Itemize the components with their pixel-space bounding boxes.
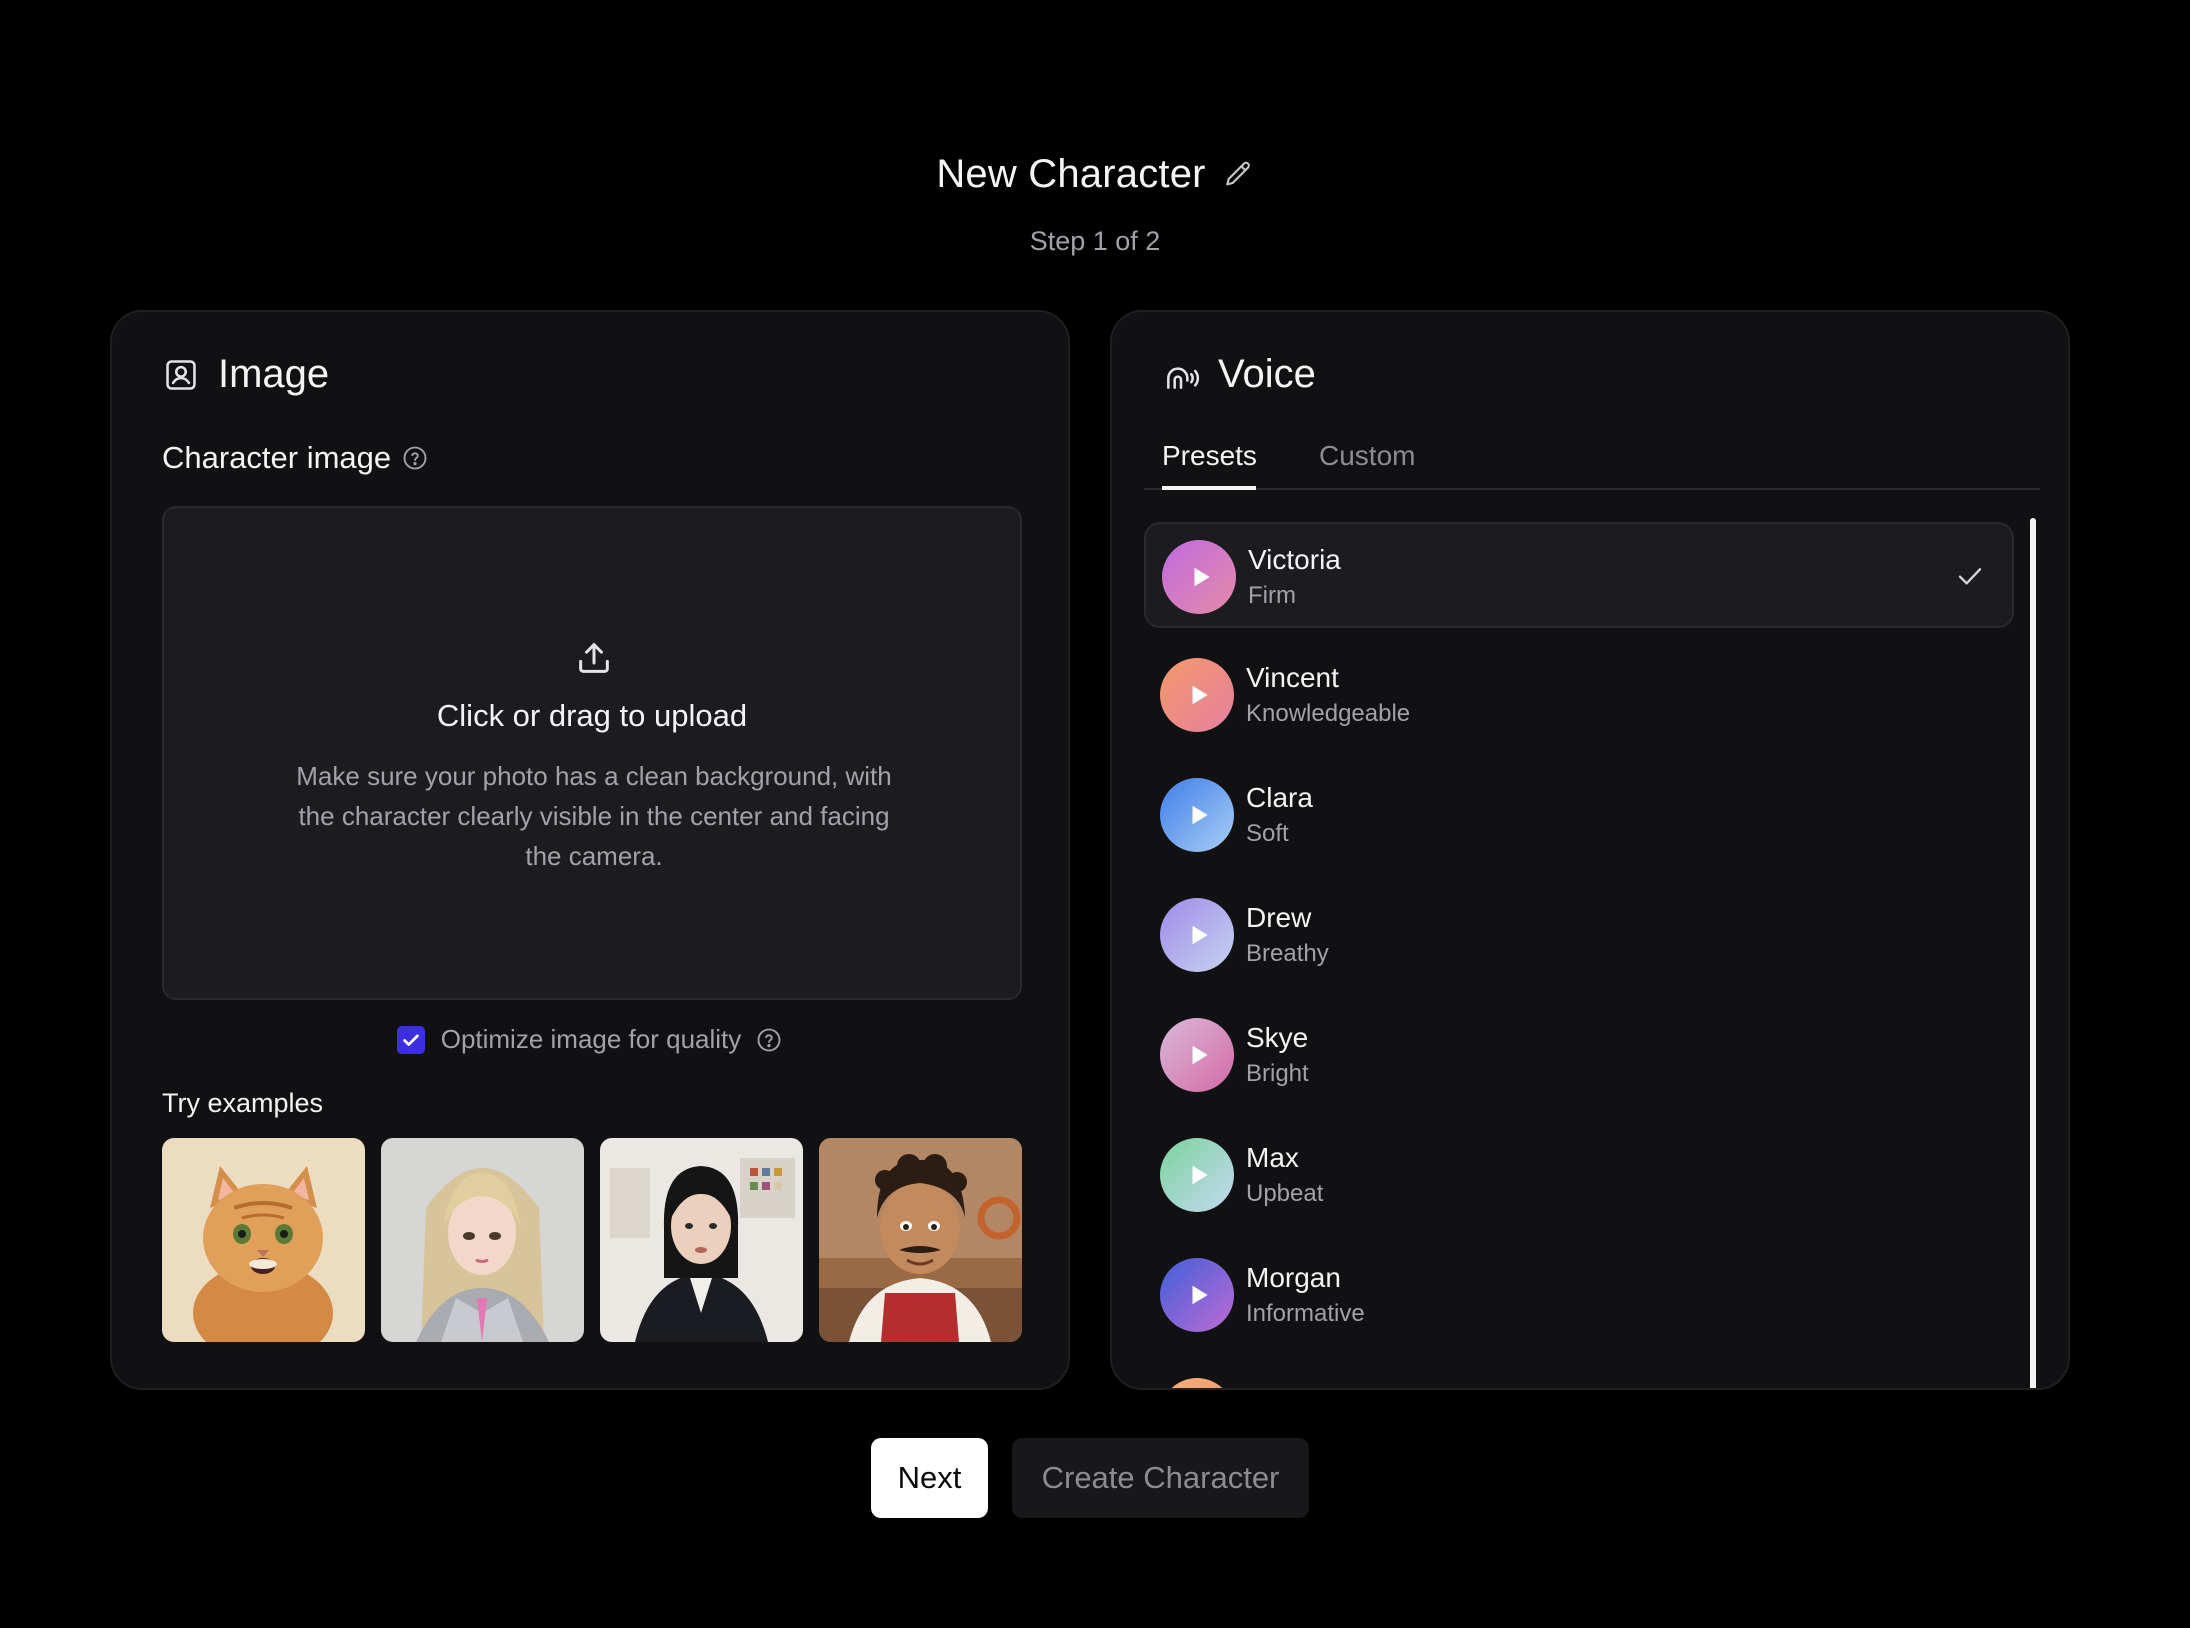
cat-example-image[interactable] (162, 1138, 365, 1342)
upload-description: Make sure your photo has a clean backgro… (296, 761, 892, 871)
voice-item-skye[interactable]: Skye Bright (1144, 1002, 2014, 1108)
voice-description: Firm (1248, 582, 1296, 609)
voice-list-scrollbar[interactable] (2030, 518, 2036, 1388)
voice-description: Informative (1246, 1300, 1365, 1327)
voice-name: Morgan (1246, 1262, 1341, 1293)
voice-description: Knowledgeable (1246, 700, 1411, 727)
tab-presets[interactable]: Presets (1162, 440, 1257, 472)
image-panel-title: Image (218, 352, 330, 396)
voice-description: Breathy (1246, 940, 1329, 967)
voice-panel: Voice Presets Custom Victoria Firm Vince… (1110, 310, 2070, 1390)
voice-name: Vincent (1246, 662, 1339, 693)
upload-icon (579, 643, 609, 673)
voice-panel-header: Voice (1162, 352, 1316, 397)
voice-name: Drew (1246, 902, 1312, 933)
portrait-icon (166, 359, 196, 390)
help-icon[interactable] (755, 1026, 783, 1054)
create-character-button[interactable]: Create Character (1012, 1438, 1309, 1518)
play-button[interactable] (1162, 540, 1236, 614)
voice-item-partial[interactable] (1144, 1362, 2014, 1388)
step-indicator: Step 1 of 2 (1029, 226, 1161, 256)
image-panel: Image Character image Click or drag to u… (110, 310, 1070, 1390)
play-icon (1192, 805, 1208, 825)
play-button[interactable] (1160, 1258, 1234, 1332)
character-image-label-text: Character image (162, 440, 392, 475)
title-row: New Character (0, 152, 2190, 197)
play-button[interactable] (1160, 1138, 1234, 1212)
optimize-checkbox[interactable] (396, 1025, 425, 1054)
examples-row (162, 1138, 1022, 1342)
play-icon (1194, 567, 1210, 587)
play-button[interactable] (1160, 898, 1234, 972)
page-title: New Character (936, 152, 1206, 196)
optimize-row: Optimize image for quality (112, 1024, 1068, 1055)
image-upload-dropzone[interactable]: Click or drag to upload Make sure your p… (162, 506, 1022, 1000)
play-icon (1192, 1285, 1208, 1305)
voice-tabs: Presets Custom (1144, 440, 2040, 490)
play-icon (1192, 685, 1208, 705)
voice-item-vincent[interactable]: Vincent Knowledgeable (1144, 642, 2014, 748)
pencil-edit-icon[interactable] (1222, 159, 1254, 191)
voice-name: Max (1246, 1142, 1299, 1173)
voice-avatar[interactable] (1160, 1378, 1234, 1388)
chef-example-image[interactable] (819, 1138, 1022, 1342)
anime-girl-example-image[interactable] (381, 1138, 584, 1342)
next-button[interactable]: Next (871, 1438, 988, 1518)
check-icon (1958, 568, 1982, 585)
voice-name: Skye (1246, 1022, 1309, 1053)
voice-item-drew[interactable]: Drew Breathy (1144, 882, 2014, 988)
upload-title: Click or drag to upload (436, 698, 748, 733)
voice-name: Clara (1246, 782, 1313, 813)
voice-icon (1167, 366, 1200, 389)
image-panel-header: Image (162, 352, 329, 397)
play-button[interactable] (1160, 778, 1234, 852)
voice-list: Victoria Firm Vincent Knowledgeable Clar… (1144, 522, 2016, 1388)
character-image-label: Character image (162, 440, 429, 476)
tab-custom[interactable]: Custom (1319, 440, 1415, 472)
voice-description: Bright (1246, 1060, 1309, 1087)
help-icon[interactable] (401, 444, 429, 472)
woman-example-image[interactable] (600, 1138, 803, 1342)
play-icon (1192, 1045, 1208, 1065)
voice-panel-title: Voice (1218, 352, 1316, 396)
active-tab-indicator (1162, 486, 1256, 490)
play-button[interactable] (1160, 658, 1234, 732)
optimize-label: Optimize image for quality (440, 1024, 742, 1054)
examples-label: Try examples (162, 1088, 324, 1118)
play-button[interactable] (1160, 1018, 1234, 1092)
voice-description: Upbeat (1246, 1180, 1324, 1207)
voice-name: Victoria (1248, 544, 1341, 575)
play-icon (1192, 925, 1208, 945)
voice-item-clara[interactable]: Clara Soft (1144, 762, 2014, 868)
voice-item-morgan[interactable]: Morgan Informative (1144, 1242, 2014, 1348)
voice-item-victoria[interactable]: Victoria Firm (1144, 522, 2014, 628)
voice-item-max[interactable]: Max Upbeat (1144, 1122, 2014, 1228)
voice-description: Soft (1246, 820, 1289, 847)
play-icon (1192, 1165, 1208, 1185)
